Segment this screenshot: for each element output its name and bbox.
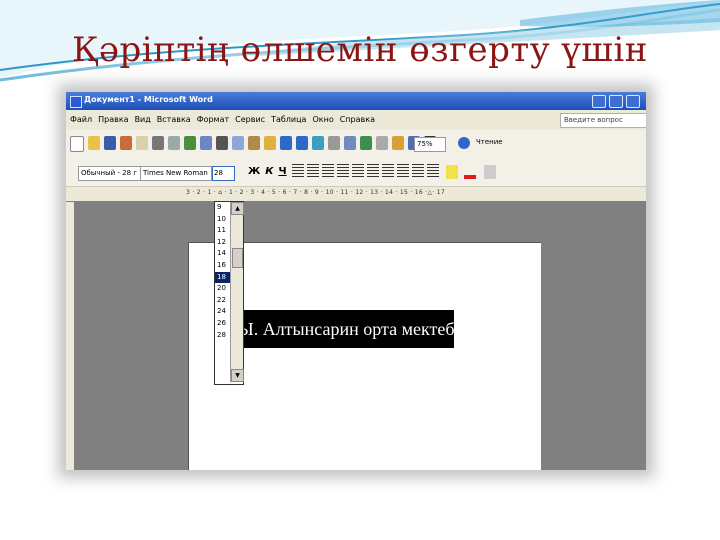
superscript-icon[interactable] xyxy=(484,165,496,179)
decrease-indent-icon[interactable] xyxy=(397,164,409,178)
minimize-button[interactable] xyxy=(592,95,606,108)
menu-insert[interactable]: Вставка xyxy=(157,115,191,124)
drawing-icon[interactable] xyxy=(392,136,404,150)
font-color-icon[interactable] xyxy=(464,165,476,179)
new-document-icon[interactable] xyxy=(70,136,84,152)
menu-view[interactable]: Вид xyxy=(135,115,151,124)
menu-table[interactable]: Таблица xyxy=(271,115,306,124)
highlight-icon[interactable] xyxy=(446,165,458,179)
print-preview-icon[interactable] xyxy=(168,136,180,150)
align-right-icon[interactable] xyxy=(322,164,334,178)
formatting-toolbar: Обычный - 28 г Times New Roman 28 Ж К Ч xyxy=(66,158,646,187)
justify-icon[interactable] xyxy=(337,164,349,178)
redo-icon[interactable] xyxy=(296,136,308,150)
scroll-up-arrow-icon[interactable]: ▲ xyxy=(231,202,244,215)
insert-table-icon[interactable] xyxy=(344,136,356,150)
style-select[interactable]: Обычный - 28 г xyxy=(78,166,142,181)
insert-excel-icon[interactable] xyxy=(360,136,372,150)
scroll-thumb[interactable] xyxy=(232,248,243,268)
ruler-scale: 3 · 2 · 1 · ⌂ · 1 · 2 · 3 · 4 · 5 · 6 · … xyxy=(186,189,445,196)
menu-help[interactable]: Справка xyxy=(340,115,375,124)
alignment-buttons xyxy=(292,164,439,178)
cut-icon[interactable] xyxy=(216,136,228,150)
window-controls xyxy=(592,95,640,108)
save-icon[interactable] xyxy=(104,136,116,150)
hyperlink-icon[interactable] xyxy=(312,136,324,150)
print-icon[interactable] xyxy=(152,136,164,150)
maximize-button[interactable] xyxy=(609,95,623,108)
research-icon[interactable] xyxy=(200,136,212,150)
line-spacing-icon[interactable] xyxy=(352,164,364,178)
border-icon[interactable] xyxy=(427,164,439,178)
align-left-icon[interactable] xyxy=(292,164,304,178)
menu-edit[interactable]: Правка xyxy=(98,115,128,124)
menu-tools[interactable]: Сервис xyxy=(235,115,265,124)
italic-button[interactable]: К xyxy=(265,166,273,177)
open-folder-icon[interactable] xyxy=(88,136,100,150)
menu-window[interactable]: Окно xyxy=(312,115,333,124)
bold-button[interactable]: Ж xyxy=(248,166,260,177)
font-size-select[interactable]: 28 xyxy=(212,166,235,181)
word-app-icon xyxy=(70,96,82,108)
bulleted-list-icon[interactable] xyxy=(382,164,394,178)
close-button[interactable] xyxy=(626,95,640,108)
window-titlebar: Документ1 - Microsoft Word xyxy=(66,92,646,110)
underline-button[interactable]: Ч xyxy=(278,166,286,177)
align-center-icon[interactable] xyxy=(307,164,319,178)
word-screenshot: Документ1 - Microsoft Word Файл Правка В… xyxy=(66,92,646,470)
menu-file[interactable]: Файл xyxy=(70,115,92,124)
text-format-buttons: Ж К Ч xyxy=(248,166,287,177)
font-size-scrollbar[interactable]: ▲ ▼ xyxy=(230,202,244,382)
vertical-ruler[interactable] xyxy=(66,202,74,470)
copy-icon[interactable] xyxy=(232,136,244,150)
reading-mode-button[interactable]: Чтение xyxy=(476,138,503,146)
spelling-icon[interactable] xyxy=(184,136,196,150)
font-name-select[interactable]: Times New Roman xyxy=(140,166,212,181)
permission-icon[interactable] xyxy=(120,136,132,150)
horizontal-ruler[interactable]: 3 · 2 · 1 · ⌂ · 1 · 2 · 3 · 4 · 5 · 6 · … xyxy=(66,187,646,201)
standard-toolbar-icons xyxy=(70,136,436,152)
window-title: Документ1 - Microsoft Word xyxy=(84,95,213,104)
menu-items: Файл Правка Вид Вставка Формат Сервис Та… xyxy=(70,115,375,124)
menu-bar: Файл Правка Вид Вставка Формат Сервис Та… xyxy=(66,110,646,130)
help-question-box[interactable]: Введите вопрос xyxy=(560,113,646,128)
numbered-list-icon[interactable] xyxy=(367,164,379,178)
help-icon[interactable] xyxy=(458,137,470,149)
format-painter-icon[interactable] xyxy=(264,136,276,150)
increase-indent-icon[interactable] xyxy=(412,164,424,178)
tables-borders-icon[interactable] xyxy=(328,136,340,150)
scroll-down-arrow-icon[interactable]: ▼ xyxy=(231,369,244,382)
menu-format[interactable]: Формат xyxy=(197,115,229,124)
slide-title: Қәріптің өлшемін өзгерту үшін xyxy=(72,30,648,70)
columns-icon[interactable] xyxy=(376,136,388,150)
paste-icon[interactable] xyxy=(248,136,260,150)
selected-document-text[interactable]: Ы. Алтынсарин орта мектебі xyxy=(234,310,459,348)
email-icon[interactable] xyxy=(136,136,148,150)
standard-toolbar: 75% Чтение xyxy=(66,130,646,159)
undo-icon[interactable] xyxy=(280,136,292,150)
zoom-select[interactable]: 75% xyxy=(414,137,446,152)
